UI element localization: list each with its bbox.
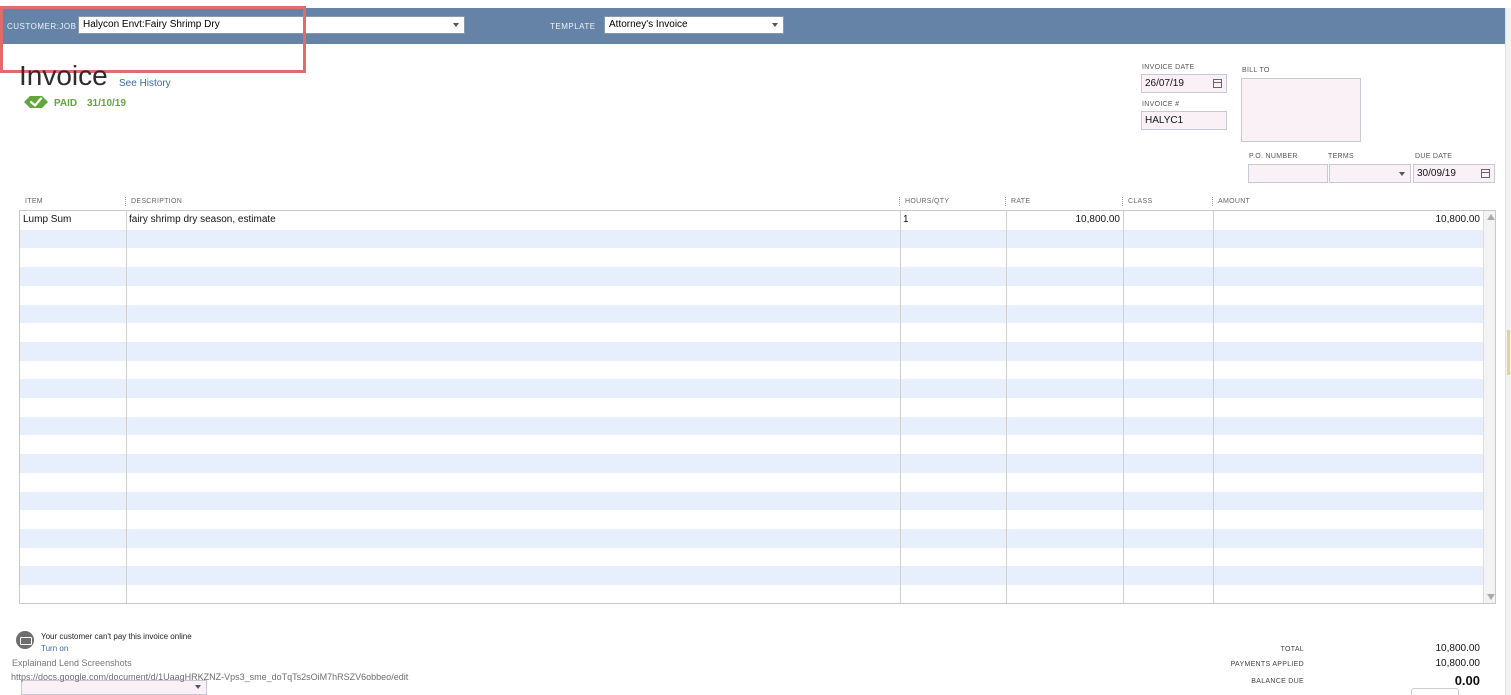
item-cell[interactable]: Lump Sum [23,214,71,225]
column-header-rate: RATE [1011,198,1031,205]
table-row-stripe[interactable] [20,398,1484,417]
see-history-link[interactable]: See History [119,78,171,89]
invoice-date-label: INVOICE DATE [1142,64,1195,71]
save-close-button[interactable] [1411,688,1459,695]
terms-label: TERMS [1328,153,1354,160]
invoice-date-field[interactable]: 26/07/19 [1141,74,1227,93]
calendar-icon[interactable] [1213,79,1222,88]
terms-dropdown[interactable] [1329,164,1411,183]
column-header-class: CLASS [1128,198,1153,205]
due-date-label: DUE DATE [1415,153,1453,160]
due-date-field[interactable]: 30/09/19 [1413,164,1495,183]
amount-cell[interactable]: 10,800.00 [1216,214,1481,225]
table-row-stripe[interactable] [20,229,1484,249]
column-divider [1006,211,1007,603]
description-cell[interactable]: fairy shrimp dry season, estimate [129,214,276,225]
customer-job-dropdown[interactable]: Halycon Envt:Fairy Shrimp Dry [78,16,465,34]
chevron-down-icon[interactable] [772,23,778,27]
table-row-stripe[interactable] [20,361,1484,380]
chevron-down-icon[interactable] [1399,172,1405,176]
template-dropdown[interactable]: Attorney's Invoice [604,16,784,34]
table-scrollbar[interactable] [1483,211,1495,603]
column-header-amount: AMOUNT [1218,198,1251,205]
scroll-down-arrow-icon[interactable] [1487,594,1495,600]
table-row-stripe[interactable] [20,566,1484,585]
column-divider [126,211,127,603]
column-resize-handle[interactable] [899,197,900,206]
customer-job-value: Halycon Envt:Fairy Shrimp Dry [83,19,220,30]
turn-on-link[interactable]: Turn on [41,644,68,653]
total-value: 10,800.00 [1435,643,1481,654]
invoice-number-label: INVOICE # [1142,101,1180,108]
table-row-stripe[interactable] [20,454,1484,473]
table-row-stripe[interactable] [20,528,1484,548]
balance-due-value: 0.00 [1454,673,1480,688]
status-badge: PAID [54,98,78,109]
calendar-icon[interactable] [1481,169,1490,178]
payments-applied-value: 10,800.00 [1435,658,1481,669]
column-header-hours-qty: HOURS/QTY [905,198,950,205]
table-row-stripe[interactable] [20,548,1484,567]
scroll-up-arrow-icon[interactable] [1487,214,1495,220]
table-row-stripe[interactable] [20,267,1484,286]
column-divider [900,211,901,603]
page-title: Invoice [19,60,108,91]
table-row-stripe[interactable] [20,585,1484,603]
balance-due-label: BALANCE DUE [1251,678,1304,685]
table-row-stripe[interactable] [20,286,1484,305]
column-header-item: ITEM [25,198,43,205]
total-label: TOTAL [1280,646,1304,653]
paid-check-icon [24,96,48,108]
rate-cell[interactable]: 10,800.00 [1009,214,1121,225]
bill-to-field[interactable] [1241,78,1361,142]
invoice-date-value: 26/07/19 [1145,78,1184,89]
table-row-stripe[interactable] [20,304,1484,324]
table-row-stripe[interactable] [20,473,1484,492]
credit-card-icon [16,631,34,649]
table-row-stripe[interactable] [20,416,1484,436]
column-resize-handle[interactable] [1212,197,1213,206]
online-payment-message: Your customer can't pay this invoice onl… [41,632,192,641]
column-resize-handle[interactable] [1005,197,1006,206]
table-row-stripe[interactable] [20,435,1484,454]
customer-message-dropdown[interactable] [21,680,207,695]
invoice-number-value: HALYC1 [1145,115,1184,126]
overlay-url: https://docs.google.com/document/d/1Uaag… [11,672,409,682]
window-scrollbar-thumb[interactable] [1507,330,1510,375]
table-row-stripe[interactable] [20,323,1484,342]
po-number-field[interactable] [1248,164,1328,183]
line-items-table[interactable]: Lump Sum fairy shrimp dry season, estima… [19,210,1496,604]
po-number-label: P.O. NUMBER [1249,153,1298,160]
table-row-stripe[interactable] [20,379,1484,398]
paid-date: 31/10/19 [87,98,126,109]
template-label: TEMPLATE [550,22,596,31]
table-row-stripe[interactable] [20,491,1484,511]
overlay-caption: Explainand Lend Screenshots [12,658,132,668]
payments-applied-label: PAYMENTS APPLIED [1230,661,1304,668]
table-row-stripe[interactable] [20,510,1484,529]
column-resize-handle[interactable] [125,197,126,206]
table-row-stripe[interactable] [20,248,1484,267]
table-row-stripe[interactable] [20,341,1484,361]
column-resize-handle[interactable] [1122,197,1123,206]
column-divider [1213,211,1214,603]
invoice-number-field[interactable]: HALYC1 [1141,111,1227,130]
customer-job-label: CUSTOMER:JOB [7,22,77,31]
due-date-value: 30/09/19 [1417,168,1456,179]
column-divider [1123,211,1124,603]
bill-to-label: BILL TO [1242,67,1270,74]
chevron-down-icon[interactable] [195,685,201,689]
chevron-down-icon[interactable] [453,23,459,27]
qty-cell[interactable]: 1 [903,214,909,225]
column-header-description: DESCRIPTION [131,198,183,205]
template-value: Attorney's Invoice [609,19,688,30]
